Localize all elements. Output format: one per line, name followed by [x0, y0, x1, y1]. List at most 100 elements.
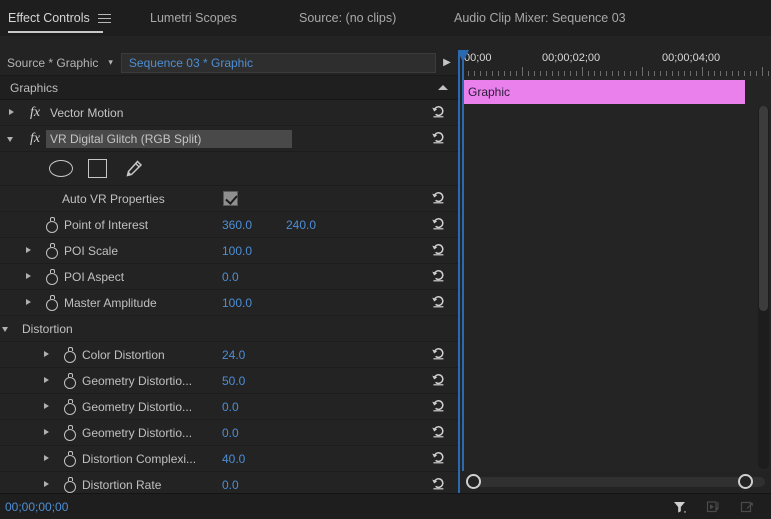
stopwatch-keyframe-icon[interactable]	[44, 243, 60, 259]
stopwatch-keyframe-icon[interactable]	[62, 373, 78, 389]
current-timecode[interactable]: 00;00;00;00	[0, 500, 68, 514]
property-value[interactable]: 0.0	[222, 426, 239, 440]
scrollbar-thumb[interactable]	[759, 106, 768, 311]
play-audio-icon[interactable]	[705, 498, 723, 516]
twisty-closed-icon[interactable]	[40, 478, 53, 491]
reset-icon[interactable]	[431, 398, 448, 415]
property-row-poi-aspect[interactable]: POI Aspect0.0	[0, 264, 458, 290]
property-value[interactable]: 0.0	[222, 478, 239, 492]
twisty-open-icon[interactable]	[5, 132, 18, 145]
twisty-closed-icon[interactable]	[22, 244, 35, 257]
triangle-right-icon[interactable]: ▶	[436, 57, 458, 68]
filter-funnel-icon[interactable]	[671, 498, 689, 516]
twisty-closed-icon[interactable]	[40, 374, 53, 387]
property-value-secondary[interactable]: 240.0	[286, 218, 316, 232]
property-row-master-amplitude[interactable]: Master Amplitude100.0	[0, 290, 458, 316]
reset-icon[interactable]	[431, 130, 448, 147]
property-row-geometry-distortion-2[interactable]: Geometry Distortio...0.0	[0, 394, 458, 420]
tab-audio-clip-mixer-sequence-03[interactable]: Audio Clip Mixer: Sequence 03	[454, 0, 626, 36]
property-row-distortion-complexity[interactable]: Distortion Complexi...40.0	[0, 446, 458, 472]
twisty-closed-icon[interactable]	[22, 270, 35, 283]
export-frame-icon[interactable]	[739, 498, 757, 516]
stopwatch-keyframe-icon[interactable]	[44, 269, 60, 285]
property-value[interactable]: 50.0	[222, 374, 245, 388]
reset-icon[interactable]	[431, 216, 448, 233]
twisty-closed-icon[interactable]	[22, 296, 35, 309]
stopwatch-keyframe-icon[interactable]	[62, 451, 78, 467]
reset-icon[interactable]	[431, 346, 448, 363]
reset-icon[interactable]	[431, 190, 448, 207]
timeline-vertical-scrollbar[interactable]	[758, 106, 769, 469]
reset-icon[interactable]	[431, 424, 448, 441]
effect-name-label: Vector Motion	[46, 104, 127, 122]
twisty-closed-icon[interactable]	[5, 106, 18, 119]
ruler-time-label: 00;00;04;00	[662, 52, 720, 64]
pen-icon[interactable]	[120, 159, 146, 179]
reset-icon[interactable]	[431, 268, 448, 285]
property-row-color-distortion[interactable]: Color Distortion 24.0	[0, 342, 458, 368]
property-row-distortion-rate[interactable]: Distortion Rate0.0	[0, 472, 458, 493]
property-label: Distortion	[22, 322, 73, 336]
zoom-handle-right[interactable]	[738, 474, 753, 489]
stopwatch-keyframe-icon[interactable]	[62, 347, 78, 363]
property-label: Geometry Distortio...	[82, 374, 192, 388]
twisty-open-icon[interactable]	[0, 322, 13, 335]
stopwatch-keyframe-icon[interactable]	[62, 425, 78, 441]
chevron-down-icon[interactable]: ▾	[108, 58, 113, 67]
property-row-geometry-distortion-1[interactable]: Geometry Distortio... 50.0	[0, 368, 458, 394]
property-value[interactable]: 24.0	[222, 348, 245, 362]
ruler-time-label: 00;00	[464, 52, 492, 64]
timeline-zoom-scrollbar[interactable]	[460, 471, 771, 493]
source-clip-label[interactable]: Source * Graphic	[0, 56, 98, 70]
property-row-geometry-distortion-3[interactable]: Geometry Distortio...0.0	[0, 420, 458, 446]
playhead-track[interactable]	[462, 76, 464, 471]
effect-row-vector-motion[interactable]: fxVector Motion	[0, 100, 458, 126]
tab-lumetri-scopes[interactable]: Lumetri Scopes	[150, 0, 237, 36]
rectangle-icon[interactable]	[84, 159, 110, 179]
property-value[interactable]: 40.0	[222, 452, 245, 466]
property-value[interactable]: 360.0	[222, 218, 252, 232]
ruler-tick	[702, 67, 703, 76]
zoom-handle-left[interactable]	[466, 474, 481, 489]
stopwatch-keyframe-icon[interactable]	[62, 399, 78, 415]
ruler-tick	[642, 67, 643, 76]
effect-row-vr-digital-glitch[interactable]: fxVR Digital Glitch (RGB Split)	[0, 126, 458, 152]
timeline-ruler[interactable]: 00;0000;00;02;0000;00;04;00	[460, 50, 771, 76]
effect-property-list[interactable]: fxVector MotionfxVR Digital Glitch (RGB …	[0, 100, 458, 493]
twisty-closed-icon[interactable]	[40, 400, 53, 413]
sequence-clip-field[interactable]: Sequence 03 * Graphic	[121, 53, 436, 73]
twisty-closed-icon[interactable]	[40, 452, 53, 465]
tab-label: Audio Clip Mixer: Sequence 03	[454, 11, 626, 25]
reset-icon[interactable]	[431, 104, 448, 121]
zoom-track[interactable]	[468, 477, 765, 487]
ellipse-icon[interactable]	[48, 159, 74, 179]
timeline-track-area[interactable]: Graphic	[460, 76, 771, 471]
stopwatch-keyframe-icon[interactable]	[44, 295, 60, 311]
twisty-closed-icon[interactable]	[40, 348, 53, 361]
stopwatch-keyframe-icon[interactable]	[62, 477, 78, 493]
property-row-auto-vr-properties[interactable]: Auto VR Properties	[0, 186, 458, 212]
reset-icon[interactable]	[431, 476, 448, 493]
hamburger-icon[interactable]	[98, 13, 111, 24]
property-row-poi-scale[interactable]: POI Scale100.0	[0, 238, 458, 264]
property-value[interactable]: 100.0	[222, 244, 252, 258]
tab-effect-controls[interactable]: Effect Controls	[8, 0, 111, 36]
property-row-distortion-group[interactable]: Distortion	[0, 316, 458, 342]
property-value[interactable]: 0.0	[222, 400, 239, 414]
property-value[interactable]: 100.0	[222, 296, 252, 310]
reset-icon[interactable]	[431, 242, 448, 259]
auto-vr-properties-checkbox[interactable]	[223, 191, 238, 206]
playhead-ruler[interactable]	[462, 50, 464, 76]
timeline-clip-graphic[interactable]: Graphic	[462, 80, 745, 104]
reset-icon[interactable]	[431, 372, 448, 389]
twisty-closed-icon[interactable]	[40, 426, 53, 439]
reset-icon[interactable]	[431, 450, 448, 467]
graphics-section-header[interactable]: Graphics	[0, 76, 458, 100]
caret-up-icon[interactable]	[438, 85, 448, 90]
property-label: Color Distortion	[82, 348, 165, 362]
reset-icon[interactable]	[431, 294, 448, 311]
stopwatch-keyframe-icon[interactable]	[44, 217, 60, 233]
property-row-point-of-interest[interactable]: Point of Interest360.0240.0	[0, 212, 458, 238]
property-value[interactable]: 0.0	[222, 270, 239, 284]
tab-source-no-clips[interactable]: Source: (no clips)	[299, 0, 396, 36]
